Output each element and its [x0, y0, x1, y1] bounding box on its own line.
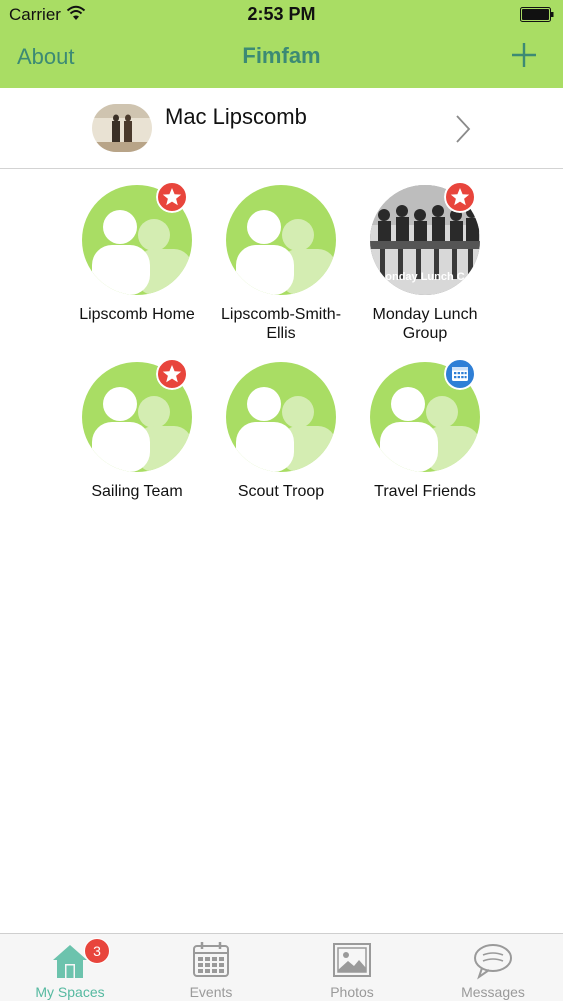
status-bar: Carrier 2:53 PM	[0, 0, 563, 30]
calendar-badge-icon	[444, 358, 476, 390]
nav-bar: About Fimfam	[0, 30, 563, 88]
battery-icon	[520, 7, 554, 22]
space-tile[interactable]: Sailing Team	[65, 358, 209, 501]
group-avatar	[226, 362, 336, 472]
tab-events[interactable]: Events	[141, 934, 281, 1001]
space-label: Lipscomb Home	[79, 306, 195, 323]
star-badge-icon	[156, 358, 188, 390]
space-label: Monday Lunch Group	[372, 306, 478, 342]
tab-label: Messages	[461, 984, 525, 1000]
tab-bar: 3 My Spaces Events Photos Messages	[0, 933, 563, 1001]
chevron-right-icon	[456, 115, 471, 143]
space-tile[interactable]: onday Lunch C Monday Lunch Group	[353, 181, 497, 343]
tab-label: Photos	[330, 984, 374, 1000]
space-label: Travel Friends	[374, 483, 476, 500]
photo-icon	[333, 943, 371, 977]
plus-icon[interactable]	[511, 42, 537, 68]
group-avatar	[226, 185, 336, 295]
profile-row[interactable]: Mac Lipscomb	[0, 88, 563, 169]
tab-photos[interactable]: Photos	[282, 934, 422, 1001]
space-label: Lipscomb-Smith-Ellis	[220, 306, 342, 342]
space-tile[interactable]: Travel Friends	[353, 358, 497, 501]
avatar	[92, 104, 152, 152]
space-tile[interactable]: Lipscomb-Smith-Ellis	[209, 185, 353, 343]
calendar-icon	[193, 942, 229, 977]
space-label: Sailing Team	[91, 483, 183, 500]
status-time: 2:53 PM	[247, 4, 316, 24]
space-tile[interactable]: Lipscomb Home	[65, 181, 209, 324]
tab-my-spaces[interactable]: 3 My Spaces	[0, 934, 140, 1001]
tab-badge: 3	[84, 938, 110, 964]
tab-label: My Spaces	[35, 984, 105, 1000]
group-photo-caption: onday Lunch C	[385, 271, 465, 283]
page-title: Fimfam	[242, 43, 321, 68]
group-icon	[236, 387, 336, 472]
space-tile[interactable]: Scout Troop	[209, 362, 353, 501]
space-label: Scout Troop	[237, 483, 325, 500]
top-bar: Carrier 2:53 PM About Fimfam	[0, 0, 563, 88]
star-badge-icon	[444, 181, 476, 213]
group-icon	[236, 210, 336, 295]
profile-name: Mac Lipscomb	[165, 104, 307, 129]
chat-icon	[474, 944, 512, 980]
star-badge-icon	[156, 181, 188, 213]
tab-label: Events	[189, 984, 233, 1000]
tab-messages[interactable]: Messages	[423, 934, 563, 1001]
